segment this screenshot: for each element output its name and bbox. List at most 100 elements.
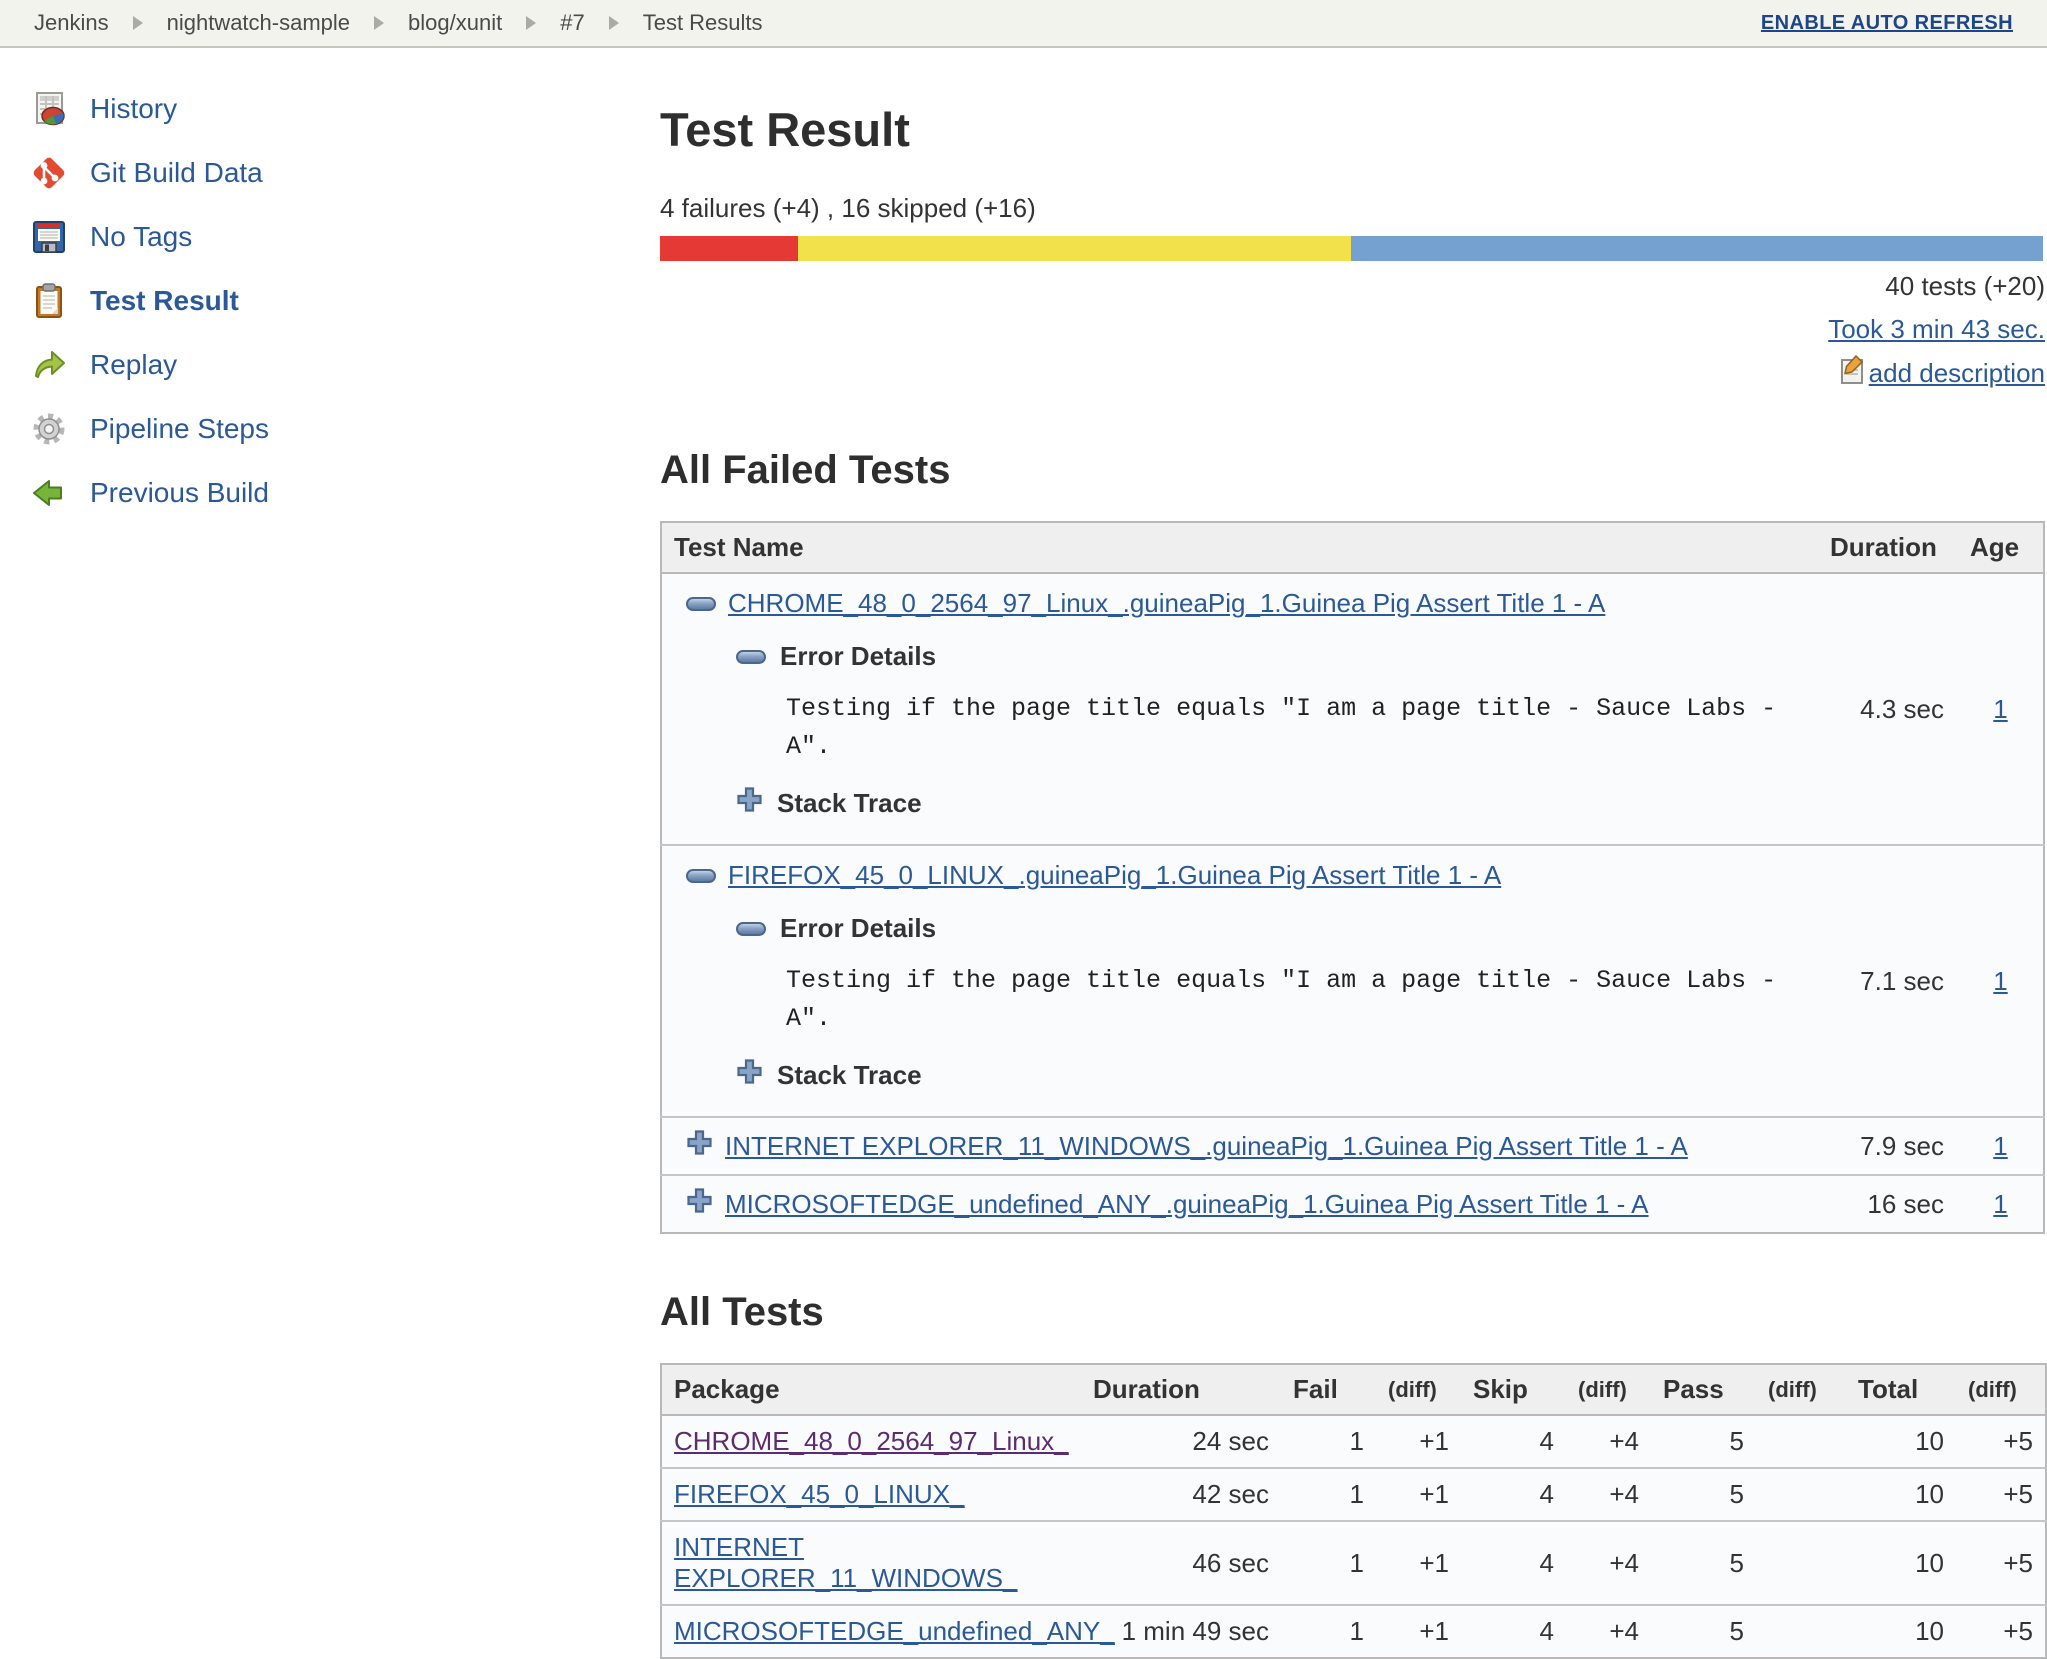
column-header-age[interactable]: Age — [1958, 522, 2044, 574]
failed-test-age-link[interactable]: 1 — [1993, 966, 2007, 996]
failed-test-link[interactable]: FIREFOX_45_0_LINUX_.guineaPig_1.Guinea P… — [728, 860, 1501, 891]
failure-summary: 4 failures (+4) , 16 skipped (+16) — [660, 193, 1036, 223]
failed-test-link[interactable]: INTERNET EXPLORER_11_WINDOWS_.guineaPig_… — [725, 1131, 1688, 1162]
package-link[interactable]: MICROSOFTEDGE_undefined_ANY_ — [674, 1616, 1115, 1646]
page-title: Test Result — [660, 103, 910, 156]
package-fail: 1 — [1281, 1520, 1376, 1605]
all-tests-table: Package Duration Fail (diff) Skip (diff)… — [660, 1363, 2047, 1659]
sidebar-item-no-tags[interactable]: No Tags — [30, 218, 192, 256]
package-row: FIREFOX_45_0_LINUX_ 42 sec 1 +1 4 +4 5 1… — [661, 1467, 2046, 1521]
package-link[interactable]: FIREFOX_45_0_LINUX_ — [674, 1479, 964, 1509]
package-total: 10 — [1846, 1520, 1956, 1605]
package-pass-diff — [1756, 1520, 1846, 1605]
column-header-pass-diff: (diff) — [1756, 1364, 1846, 1416]
failed-test-row: FIREFOX_45_0_LINUX_.guineaPig_1.Guinea P… — [661, 844, 2044, 1117]
failed-test-duration: 16 sec — [1818, 1174, 1958, 1233]
error-details-label: Error Details — [780, 913, 937, 943]
error-message: Testing if the page title equals "I am a… — [786, 966, 1777, 1033]
sidebar-item-replay[interactable]: Replay — [30, 346, 177, 384]
expand-icon[interactable] — [736, 1058, 763, 1092]
collapse-icon[interactable] — [736, 921, 766, 936]
expand-icon[interactable] — [686, 1129, 713, 1163]
breadcrumb-job[interactable]: nightwatch-sample — [167, 10, 350, 36]
package-fail-diff: +1 — [1376, 1520, 1461, 1605]
package-duration: 42 sec — [1081, 1467, 1281, 1521]
collapse-icon[interactable] — [686, 596, 716, 611]
add-description-label: add description — [1868, 358, 2045, 388]
failed-test-row: MICROSOFTEDGE_undefined_ANY_.guineaPig_1… — [661, 1174, 2044, 1233]
package-skip-diff: +4 — [1566, 1604, 1651, 1658]
package-total-diff: +5 — [1956, 1415, 2046, 1468]
column-header-skip-diff: (diff) — [1566, 1364, 1651, 1416]
breadcrumb-build-number[interactable]: #7 — [560, 10, 584, 36]
expand-icon[interactable] — [686, 1187, 713, 1221]
result-meta: 40 tests (+20) Took 3 min 43 sec. add de… — [660, 271, 2045, 392]
failed-tests-table: Test Name Duration Age CHROME_48_0_2564_… — [660, 521, 2045, 1234]
failed-test-link[interactable]: MICROSOFTEDGE_undefined_ANY_.guineaPig_1… — [725, 1189, 1648, 1220]
failed-test-duration: 7.9 sec — [1818, 1116, 1958, 1175]
package-total-diff: +5 — [1956, 1520, 2046, 1605]
expand-icon[interactable] — [736, 786, 763, 820]
sidebar-item-test-result[interactable]: Test Result — [30, 282, 239, 320]
sidebar-item-label: History — [90, 93, 178, 124]
took-duration-link[interactable]: Took 3 min 43 sec. — [1828, 314, 2045, 345]
sidebar-item-git-build-data[interactable]: Git Build Data — [30, 154, 263, 192]
package-pass-diff — [1756, 1467, 1846, 1521]
replay-arrow-icon — [30, 346, 68, 384]
package-fail: 1 — [1281, 1604, 1376, 1658]
collapse-icon[interactable] — [736, 649, 766, 664]
breadcrumb-separator-icon — [608, 16, 619, 30]
all-tests-header-row: Package Duration Fail (diff) Skip (diff)… — [661, 1364, 2046, 1416]
column-header-package[interactable]: Package — [661, 1364, 1081, 1416]
sidebar-item-label: No Tags — [90, 221, 193, 252]
failed-test-duration: 7.1 sec — [1818, 844, 1958, 1117]
package-skip-diff: +4 — [1566, 1467, 1651, 1521]
package-total: 10 — [1846, 1604, 1956, 1658]
package-total-diff: +5 — [1956, 1604, 2046, 1658]
column-header-total[interactable]: Total — [1846, 1364, 1956, 1416]
error-message: Testing if the page title equals "I am a… — [786, 694, 1777, 761]
failed-test-duration: 4.3 sec — [1818, 573, 1958, 845]
sidebar-item-history[interactable]: History — [30, 90, 177, 128]
package-row: INTERNET EXPLORER_11_WINDOWS_ 46 sec 1 +… — [661, 1520, 2046, 1605]
breadcrumb-test-results[interactable]: Test Results — [643, 10, 763, 36]
sidebar-item-previous-build[interactable]: Previous Build — [30, 474, 269, 512]
package-pass-diff — [1756, 1604, 1846, 1658]
column-header-duration[interactable]: Duration — [1081, 1364, 1281, 1416]
package-duration: 46 sec — [1081, 1520, 1281, 1605]
package-duration: 24 sec — [1081, 1415, 1281, 1468]
failed-test-age-link[interactable]: 1 — [1993, 694, 2007, 724]
column-header-duration[interactable]: Duration — [1818, 522, 1958, 574]
sidebar-item-pipeline-steps[interactable]: Pipeline Steps — [30, 410, 269, 448]
breadcrumb: Jenkins nightwatch-sample blog/xunit #7 … — [0, 0, 2047, 48]
package-total: 10 — [1846, 1415, 1956, 1468]
column-header-fail[interactable]: Fail — [1281, 1364, 1376, 1416]
failed-test-link[interactable]: CHROME_48_0_2564_97_Linux_.guineaPig_1.G… — [728, 588, 1605, 619]
tests-count: 40 tests (+20) — [1885, 271, 2045, 301]
breadcrumb-separator-icon — [132, 16, 143, 30]
column-header-test-name[interactable]: Test Name — [661, 522, 1818, 574]
package-fail: 1 — [1281, 1415, 1376, 1468]
package-row: CHROME_48_0_2564_97_Linux_ 24 sec 1 +1 4… — [661, 1415, 2046, 1468]
enable-auto-refresh-link[interactable]: ENABLE AUTO REFRESH — [1761, 12, 2013, 35]
breadcrumb-branch[interactable]: blog/xunit — [408, 10, 502, 36]
package-link[interactable]: CHROME_48_0_2564_97_Linux_ — [674, 1426, 1069, 1456]
error-details-label: Error Details — [780, 641, 937, 671]
bar-failed-segment — [660, 236, 799, 261]
column-header-skip[interactable]: Skip — [1461, 1364, 1566, 1416]
package-pass: 5 — [1651, 1604, 1756, 1658]
column-header-pass[interactable]: Pass — [1651, 1364, 1756, 1416]
bar-skipped-segment — [798, 236, 1352, 261]
breadcrumb-jenkins[interactable]: Jenkins — [34, 10, 109, 36]
collapse-icon[interactable] — [686, 868, 716, 883]
failed-test-age-link[interactable]: 1 — [1993, 1189, 2007, 1219]
failed-test-age-link[interactable]: 1 — [1993, 1131, 2007, 1161]
add-description-link[interactable]: add description — [1839, 354, 2045, 392]
package-link[interactable]: INTERNET EXPLORER_11_WINDOWS_ — [674, 1532, 1017, 1593]
package-fail-diff: +1 — [1376, 1467, 1461, 1521]
package-skip-diff: +4 — [1566, 1415, 1651, 1468]
sidebar-item-label: Pipeline Steps — [90, 413, 270, 444]
previous-build-arrow-icon — [30, 474, 68, 512]
git-icon — [30, 154, 68, 192]
package-fail: 1 — [1281, 1467, 1376, 1521]
